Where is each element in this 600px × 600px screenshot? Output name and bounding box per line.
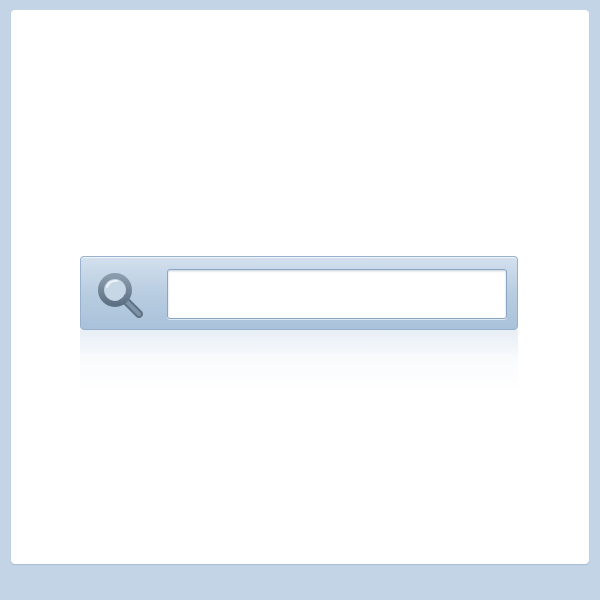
content-panel: [11, 10, 589, 564]
search-bar-reflection: [80, 330, 518, 392]
search-icon[interactable]: [95, 270, 147, 322]
search-input[interactable]: [167, 269, 507, 319]
search-bar: [80, 256, 518, 330]
